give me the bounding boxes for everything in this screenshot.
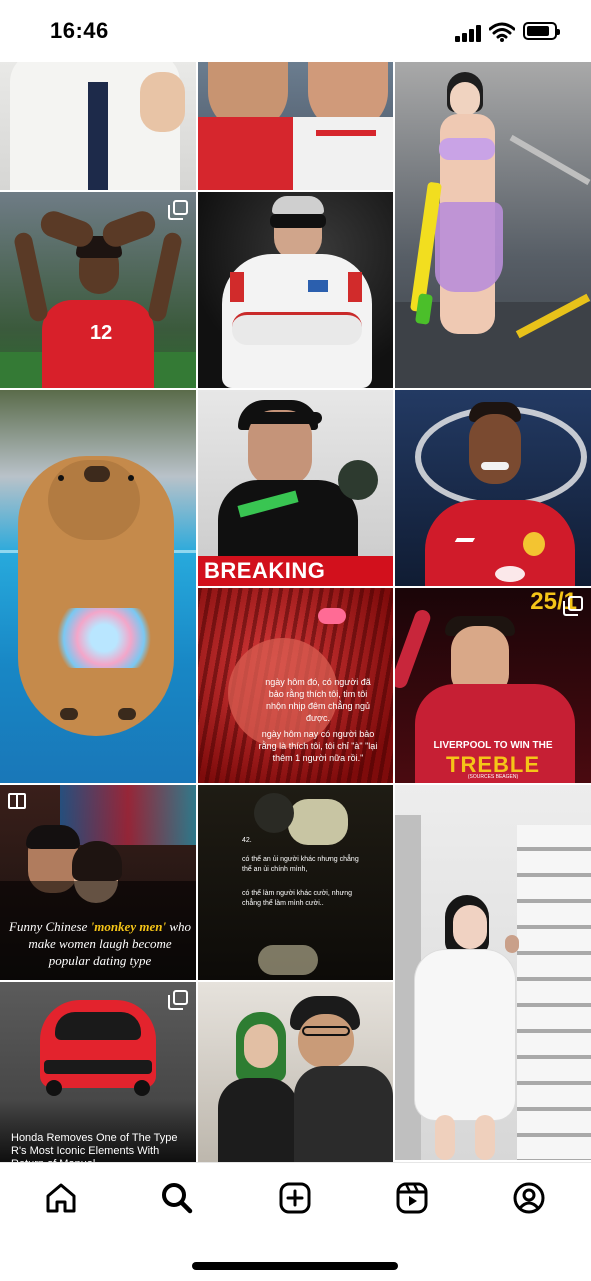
tab-search[interactable]: [158, 1179, 196, 1217]
create-icon: [279, 1182, 311, 1214]
post-text: ngày hôm đó, có người đã bảo rằng thích …: [265, 677, 371, 723]
post-caption: Honda Removes One of The Type R's Most I…: [11, 1132, 178, 1162]
tab-reels[interactable]: [393, 1179, 431, 1217]
post-caption: Funny Chinese 'monkey men' who make wome…: [9, 919, 191, 968]
multi-post-icon: [168, 200, 188, 220]
grid-tile[interactable]: [395, 390, 591, 586]
multi-post-icon: [168, 990, 188, 1010]
grid-tile[interactable]: [198, 982, 393, 1162]
grid-tile[interactable]: Funny Chinese 'monkey men' who make wome…: [0, 785, 196, 980]
tab-home[interactable]: [42, 1179, 80, 1217]
grid-tile[interactable]: [0, 390, 196, 783]
explore-grid: 12 BREAKING ngày hôm đó, có người đã bảo…: [0, 62, 591, 1162]
breaking-label: BREAKING: [204, 558, 326, 583]
reel-indicator-icon: [8, 793, 26, 809]
grid-tile[interactable]: [198, 62, 393, 190]
grid-tile[interactable]: [395, 62, 591, 388]
reels-icon: [396, 1182, 428, 1214]
grid-tile[interactable]: ngày hôm đó, có người đã bảo rằng thích …: [198, 588, 393, 783]
home-icon: [46, 1183, 76, 1213]
grid-tile[interactable]: 25/1 LIVERPOOL TO WIN THE TREBLE (SOURCE…: [395, 588, 591, 783]
grid-tile[interactable]: [0, 62, 196, 190]
post-text: ngày hôm nay có người bảo rằng là thích …: [258, 729, 378, 763]
tab-create[interactable]: [276, 1179, 314, 1217]
wifi-icon: [489, 22, 515, 42]
status-time: 16:46: [50, 18, 109, 43]
home-indicator: [192, 1262, 398, 1270]
battery-icon: [523, 22, 560, 40]
grid-tile[interactable]: [198, 192, 393, 388]
grid-tile[interactable]: 12: [0, 192, 196, 388]
status-bar: 16:46: [0, 0, 591, 62]
post-number: 42.: [242, 837, 252, 844]
post-text: có thể an ủi người khác nhưng chẳng thể …: [242, 856, 359, 873]
tab-profile[interactable]: [510, 1179, 548, 1217]
cellular-signal-icon: [455, 24, 483, 42]
search-icon: [162, 1183, 193, 1214]
grid-tile[interactable]: [395, 785, 591, 1160]
multi-post-icon: [563, 596, 583, 616]
grid-tile[interactable]: Honda Removes One of The Type R's Most I…: [0, 982, 196, 1162]
profile-icon: [513, 1182, 545, 1214]
post-headline: LIVERPOOL TO WIN THE: [433, 740, 553, 751]
post-source: (SOURCES BEAGEN): [467, 774, 519, 780]
post-text: có thể làm người khác cười, nhưng chẳng …: [242, 890, 353, 907]
grid-tile[interactable]: BREAKING: [198, 390, 393, 586]
grid-tile[interactable]: 42. có thể an ủi người khác nhưng chẳng …: [198, 785, 393, 980]
